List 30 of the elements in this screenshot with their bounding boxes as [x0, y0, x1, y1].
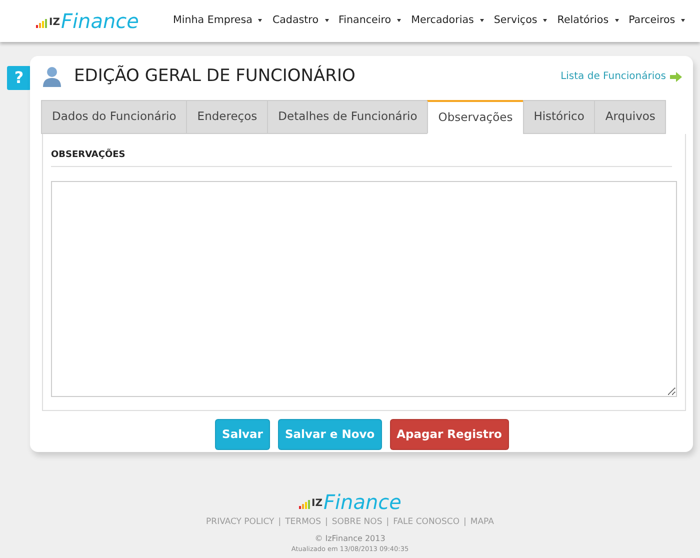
menu-item[interactable]: Parceiros — [628, 13, 686, 29]
tab[interactable]: Detalhes de Funcionário — [267, 100, 428, 134]
tab[interactable]: Observações — [427, 100, 523, 134]
section-heading: OBSERVAÇÕES — [51, 142, 672, 168]
menu-item[interactable]: Financeiro — [338, 13, 402, 29]
tab[interactable]: Endereços — [186, 100, 268, 134]
menu-item[interactable]: Mercadorias — [411, 13, 484, 29]
menu-item[interactable]: Relatórios — [557, 13, 619, 29]
bars-icon — [298, 500, 311, 509]
bars-icon — [36, 19, 48, 28]
separator-text: | — [325, 517, 328, 527]
logo-text: Finance — [324, 492, 402, 512]
tab[interactable]: Arquivos — [594, 100, 666, 134]
separator-text: | — [464, 517, 466, 527]
tab[interactable]: Histórico — [522, 100, 594, 134]
user-icon — [42, 66, 62, 88]
copyright-text: © IzFinance 2013 — [314, 532, 386, 545]
logo-prefix: IZ — [49, 18, 60, 28]
notes-field[interactable] — [51, 181, 677, 398]
menu-item[interactable]: Minha Empresa — [172, 13, 262, 29]
logo-text: Finance — [60, 11, 139, 31]
logo-prefix: IZ — [312, 499, 322, 509]
page-title: EDIÇÃO GERAL DE FUNCIONÁRIO — [74, 64, 356, 88]
arrow-right-icon — [670, 72, 682, 82]
separator-text: | — [386, 517, 390, 527]
menu-item[interactable]: Cadastro — [272, 13, 328, 29]
menu-item[interactable]: Serviços — [494, 13, 548, 29]
delete-button[interactable]: Apagar Registro — [390, 418, 509, 450]
tab[interactable]: Dados do Funcionário — [41, 100, 186, 134]
separator-text: | — [278, 517, 282, 527]
